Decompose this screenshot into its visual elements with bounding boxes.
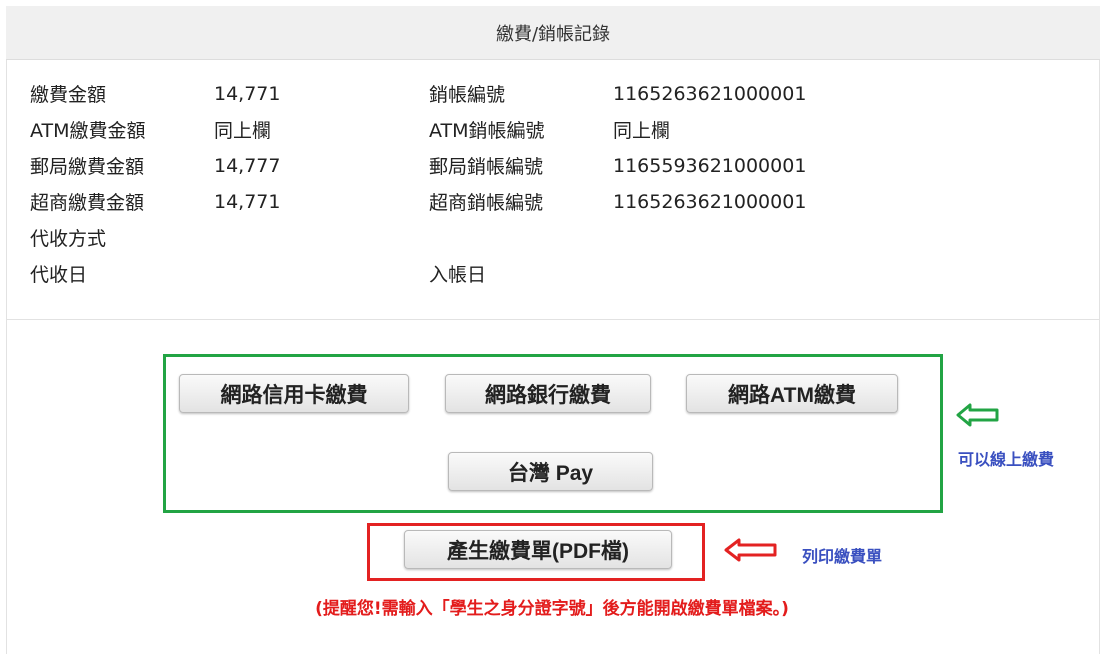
collection-date-label: 代收日 <box>30 264 88 286</box>
convenience-store-amount-value: 14,771 <box>214 191 281 213</box>
post-office-amount-value: 14,777 <box>214 155 281 177</box>
convenience-store-account-number-label: 超商銷帳編號 <box>429 192 544 214</box>
red-arrow-icon-shape <box>724 538 777 562</box>
atm-amount-value: 同上欄 <box>214 120 272 142</box>
left-arrow-icon <box>956 403 999 427</box>
payment-amount-value: 14,771 <box>214 83 281 105</box>
online-atm-payment-button[interactable]: 網路ATM繳費 <box>686 374 898 413</box>
taiwan-pay-button[interactable]: 台灣 Pay <box>448 452 653 491</box>
panel-header: 繳費/銷帳記錄 <box>6 6 1100 60</box>
page-title: 繳費/銷帳記錄 <box>495 23 611 45</box>
collection-method-label: 代收方式 <box>30 228 107 250</box>
post-office-account-number-value: 1165593621000001 <box>613 155 807 177</box>
atm-amount-label: ATM繳費金額 <box>30 120 146 142</box>
post-office-amount-label: 郵局繳費金額 <box>30 156 145 178</box>
green-arrow-icon-shape <box>956 403 999 427</box>
convenience-store-amount-label: 超商繳費金額 <box>30 192 145 214</box>
id-number-warning: (提醒您!需輸入「學生之身分證字號」後方能開啟繳費單檔案。) <box>315 599 789 619</box>
red-arrow-icon <box>724 538 777 562</box>
post-office-account-number-label: 郵局銷帳編號 <box>429 156 544 178</box>
print-bill-note: 列印繳費單 <box>802 547 883 566</box>
section-divider <box>6 319 1100 320</box>
payment-amount-label: 繳費金額 <box>30 84 107 106</box>
convenience-store-account-number-value: 1165263621000001 <box>613 191 807 213</box>
online-bank-payment-button[interactable]: 網路銀行繳費 <box>445 374 651 413</box>
posting-date-label: 入帳日 <box>429 264 487 286</box>
account-number-label: 銷帳編號 <box>429 84 506 106</box>
atm-account-number-label: ATM銷帳編號 <box>429 120 545 142</box>
generate-pdf-bill-button[interactable]: 產生繳費單(PDF檔) <box>404 530 672 569</box>
credit-card-payment-button[interactable]: 網路信用卡繳費 <box>179 374 409 413</box>
online-payment-note: 可以線上繳費 <box>958 450 1055 469</box>
account-number-value: 1165263621000001 <box>613 83 807 105</box>
atm-account-number-value: 同上欄 <box>613 120 671 142</box>
